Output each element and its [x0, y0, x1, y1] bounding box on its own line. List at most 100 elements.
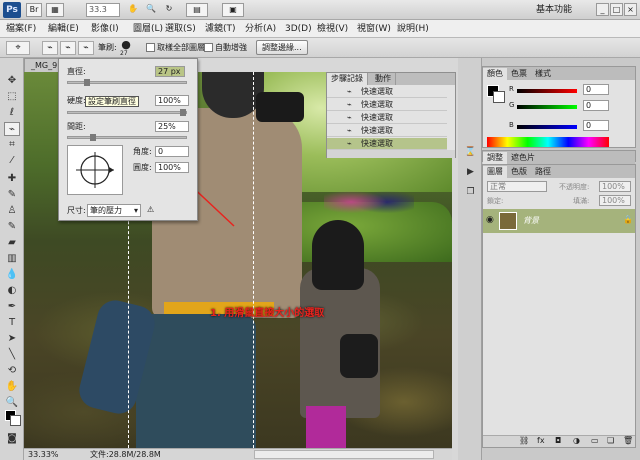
dodge-tool-icon[interactable]: ◐ [4, 284, 20, 298]
menu-filter[interactable]: 濾鏡(T) [205, 23, 236, 35]
actions-panel-icon[interactable]: ▶ [464, 166, 477, 179]
new-layer-icon[interactable]: ❏ [607, 436, 614, 445]
zoom-tool-icon[interactable]: 🔍 [4, 396, 20, 410]
history-row-selected[interactable]: ⌁ 快速選取 [327, 138, 447, 150]
background-color-swatch[interactable] [10, 415, 21, 426]
marquee-tool-icon[interactable]: ⬚ [4, 90, 20, 104]
minimize-icon[interactable]: _ [596, 3, 609, 16]
background-color-swatch[interactable] [493, 91, 505, 103]
history-row[interactable]: ⌁ 快速選取 [327, 99, 447, 111]
maximize-icon[interactable]: □ [610, 3, 623, 16]
spacing-value[interactable]: 25% [155, 121, 189, 132]
eyedropper-tool-icon[interactable]: ⁄ [4, 154, 20, 168]
brush-tool-icon[interactable]: ✎ [4, 188, 20, 202]
green-value[interactable]: 0 [583, 100, 609, 111]
spacing-slider-thumb[interactable] [90, 134, 96, 141]
size-dropdown[interactable]: 筆的壓力 ▾ [87, 204, 141, 217]
tab-masks[interactable]: 遮色片 [507, 152, 539, 164]
history-row[interactable]: ⌁ 快速選取 [327, 125, 447, 137]
shape-tool-icon[interactable]: ╲ [4, 348, 20, 362]
opacity-field[interactable]: 100% [599, 181, 631, 192]
close-icon[interactable]: × [624, 3, 637, 16]
tab-actions[interactable]: 動作 [371, 73, 396, 85]
view-extras-button[interactable]: ▦ [46, 3, 64, 17]
tab-styles[interactable]: 樣式 [531, 68, 555, 80]
history-row[interactable]: ⌁ 快速選取 [327, 112, 447, 124]
history-panel-icon[interactable]: ⌛ [464, 146, 477, 159]
path-selection-tool-icon[interactable]: ➤ [4, 332, 20, 346]
clone-stamp-tool-icon[interactable]: ♙ [4, 204, 20, 218]
blue-slider[interactable] [517, 125, 577, 129]
tab-channels[interactable]: 色版 [507, 166, 531, 178]
roundness-value[interactable]: 100% [155, 162, 189, 173]
3d-rotate-tool-icon[interactable]: ⟲ [4, 364, 20, 378]
blur-tool-icon[interactable]: 💧 [4, 268, 20, 282]
adjustment-layer-icon[interactable]: ◑ [573, 436, 580, 445]
gradient-tool-icon[interactable]: ▥ [4, 252, 20, 266]
add-to-selection-icon[interactable]: ⌁ [60, 41, 76, 55]
auto-enhance-checkbox[interactable] [204, 43, 213, 52]
menu-edit[interactable]: 編輯(E) [48, 23, 79, 35]
blue-value[interactable]: 0 [583, 120, 609, 131]
new-group-icon[interactable]: ▭ [591, 436, 599, 445]
hardness-slider[interactable] [67, 109, 187, 116]
layer-style-icon[interactable]: fx [537, 436, 545, 445]
menu-view[interactable]: 檢視(V) [317, 23, 348, 35]
tool-preset-picker[interactable]: ⌖ [6, 41, 30, 55]
diameter-slider-thumb[interactable] [84, 79, 90, 86]
zoom-level-field[interactable]: 33.3 [86, 3, 120, 17]
spacing-slider[interactable] [67, 134, 187, 141]
menu-help[interactable]: 說明(H) [397, 23, 429, 35]
brush-angle-preview[interactable] [67, 145, 123, 195]
history-row[interactable]: ⌁ 快速選取 [327, 86, 447, 98]
refine-edge-button[interactable]: 調整邊緣... [256, 40, 308, 55]
layer-name[interactable]: 背景 [523, 215, 539, 226]
crop-tool-icon[interactable]: ⌗ [4, 138, 20, 152]
quick-mask-icon[interactable]: ◙ [4, 432, 20, 446]
diameter-value[interactable]: 27 px [155, 66, 185, 77]
quick-selection-tool-icon[interactable]: ⌁ [4, 122, 20, 136]
type-tool-icon[interactable]: T [4, 316, 20, 330]
arrange-documents-button[interactable]: ▤ [186, 3, 208, 17]
subtract-from-selection-icon[interactable]: ⌁ [78, 41, 94, 55]
fill-field[interactable]: 100% [599, 195, 631, 206]
hand-tool-icon[interactable]: ✋ [4, 380, 20, 394]
pen-tool-icon[interactable]: ✒ [4, 300, 20, 314]
green-slider[interactable] [517, 105, 577, 109]
menu-window[interactable]: 視窗(W) [357, 23, 391, 35]
healing-brush-tool-icon[interactable]: ✚ [4, 172, 20, 186]
visibility-eye-icon[interactable]: ◉ [486, 215, 494, 225]
tab-layers[interactable]: 圖層 [483, 166, 507, 178]
hardness-value[interactable]: 100% [155, 95, 189, 106]
tab-paths[interactable]: 路徑 [531, 166, 555, 178]
angle-value[interactable]: 0 [155, 146, 189, 157]
blend-mode-dropdown[interactable]: 正常 [487, 181, 547, 192]
layer-row-background[interactable]: ◉ 背景 🔒 [483, 209, 635, 233]
tab-color[interactable]: 顏色 [483, 68, 507, 80]
menu-image[interactable]: 影像(I) [91, 23, 119, 35]
red-slider[interactable] [517, 89, 577, 93]
trash-icon[interactable]: 🗑 [623, 436, 633, 445]
menu-layer[interactable]: 圖層(L) [133, 23, 163, 35]
workspace-switcher[interactable]: 基本功能 [536, 3, 572, 17]
screen-mode-button[interactable]: ▣ [222, 3, 244, 17]
eraser-tool-icon[interactable]: ▰ [4, 236, 20, 250]
menu-analysis[interactable]: 分析(A) [245, 23, 276, 35]
move-tool-icon[interactable]: ✥ [4, 74, 20, 88]
status-zoom[interactable]: 33.33% [28, 449, 59, 460]
layer-comps-icon[interactable]: ❐ [464, 186, 477, 199]
menu-select[interactable]: 選取(S) [165, 23, 196, 35]
tab-adjustments[interactable]: 調整 [483, 152, 507, 164]
history-brush-tool-icon[interactable]: ✎ [4, 220, 20, 234]
link-layers-icon[interactable]: ⛓ [519, 436, 529, 445]
lasso-tool-icon[interactable]: ℓ [4, 106, 20, 120]
horizontal-scrollbar[interactable] [254, 450, 434, 459]
menu-file[interactable]: 檔案(F) [6, 23, 36, 35]
diameter-slider[interactable] [67, 79, 187, 86]
zoom-tool-icon[interactable]: 🔍 [144, 3, 158, 17]
rotate-view-icon[interactable]: ↻ [162, 3, 176, 17]
tab-history[interactable]: 步驟記錄 [327, 73, 368, 85]
red-value[interactable]: 0 [583, 84, 609, 95]
sample-all-layers-checkbox[interactable] [146, 43, 155, 52]
tab-swatches[interactable]: 色票 [507, 68, 531, 80]
